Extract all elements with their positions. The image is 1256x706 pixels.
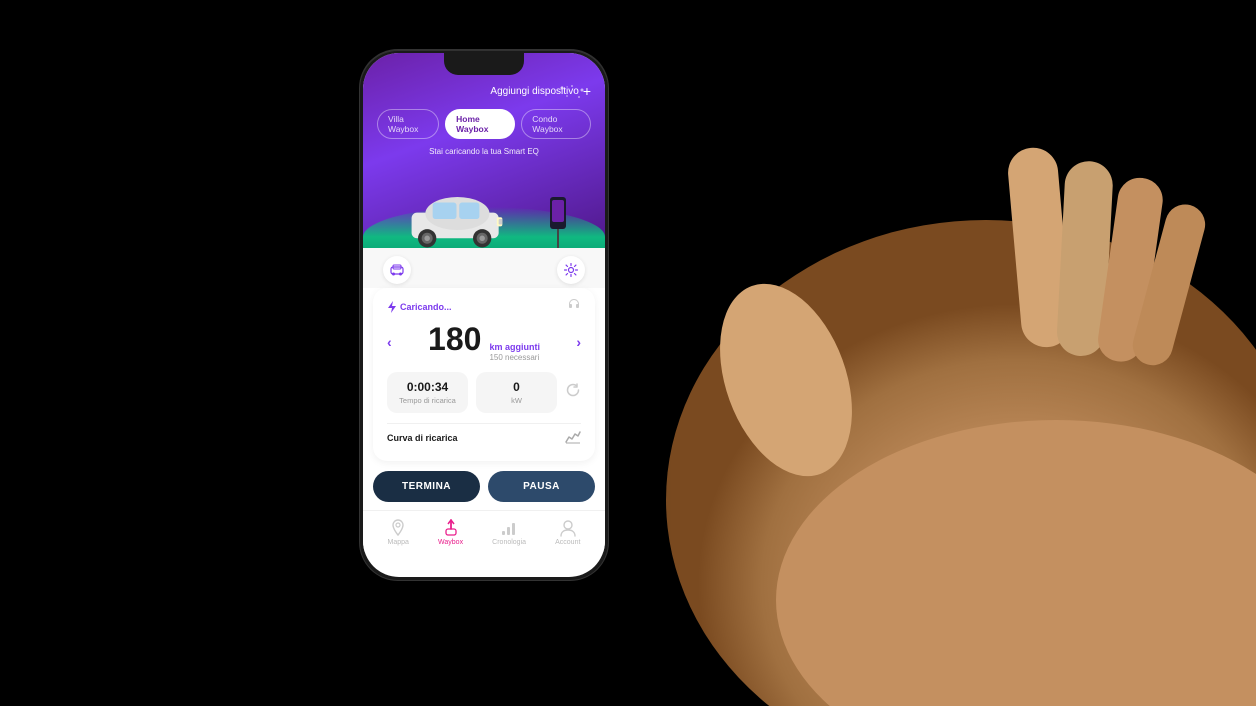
charging-status: Caricando... xyxy=(387,301,452,313)
nav-mappa-label: Mappa xyxy=(388,539,409,546)
tab-villa[interactable]: Villa Waybox xyxy=(377,109,439,139)
nav-mappa[interactable]: Mappa xyxy=(388,519,409,546)
car-image xyxy=(407,187,517,248)
stats-row: 0:00:34 Tempo di ricarica 0 kW xyxy=(387,372,581,413)
km-label-group: km aggiunti 150 necessari xyxy=(489,342,540,362)
km-label: km aggiunti xyxy=(489,342,540,353)
kw-value: 0 xyxy=(486,380,547,394)
nav-waybox[interactable]: Waybox xyxy=(438,519,463,546)
time-value: 0:00:34 xyxy=(397,380,458,394)
refresh-icon[interactable] xyxy=(565,382,581,403)
chart-icon[interactable] xyxy=(565,430,581,447)
cronologia-icon xyxy=(500,519,518,537)
top-section: Aggiungi dispositivo + Villa Waybox Home… xyxy=(363,53,605,248)
nav-account-label: Account xyxy=(555,539,580,546)
account-icon xyxy=(559,519,577,537)
phone-shell: Aggiungi dispositivo + Villa Waybox Home… xyxy=(360,50,608,580)
km-sub: 150 necessari xyxy=(489,353,540,362)
charging-subtitle: Stai caricando la tua Smart EQ xyxy=(377,147,591,156)
mappa-icon xyxy=(389,519,407,537)
charger-device xyxy=(547,197,569,248)
main-content: Caricando... ‹ 180 xyxy=(373,288,595,461)
lightning-icon xyxy=(387,301,397,313)
kw-label: kW xyxy=(486,396,547,405)
termina-button[interactable]: TERMINA xyxy=(373,471,480,502)
km-display: 180 km aggiunti 150 necessari xyxy=(428,323,540,362)
nav-account[interactable]: Account xyxy=(555,519,580,546)
nav-cronologia-label: Cronologia xyxy=(492,539,526,546)
time-stat: 0:00:34 Tempo di ricarica xyxy=(387,372,468,413)
prev-chevron[interactable]: ‹ xyxy=(387,334,392,350)
tab-home[interactable]: Home Waybox xyxy=(445,109,515,139)
tab-condo[interactable]: Condo Waybox xyxy=(521,109,591,139)
waybox-tabs: Villa Waybox Home Waybox Condo Waybox xyxy=(377,109,591,139)
phone-notch xyxy=(444,53,524,75)
km-value: 180 xyxy=(428,323,481,355)
charging-status-row: Caricando... xyxy=(387,298,581,315)
nav-cronologia[interactable]: Cronologia xyxy=(492,519,526,546)
bottom-nav: Mappa Waybox xyxy=(363,510,605,552)
waybox-icon xyxy=(442,519,460,537)
km-row: ‹ 180 km aggiunti 150 necessari › xyxy=(387,323,581,362)
time-label: Tempo di ricarica xyxy=(397,396,458,405)
icon-bar xyxy=(363,248,605,288)
car-status-icon[interactable] xyxy=(383,256,411,284)
car-scene xyxy=(377,162,591,248)
curve-row[interactable]: Curva di ricarica xyxy=(387,423,581,451)
nav-waybox-label: Waybox xyxy=(438,539,463,546)
kw-stat: 0 kW xyxy=(476,372,557,413)
pausa-button[interactable]: PAUSA xyxy=(488,471,595,502)
settings-icon[interactable] xyxy=(557,256,585,284)
next-chevron[interactable]: › xyxy=(576,334,581,350)
headset-icon[interactable] xyxy=(567,298,581,315)
phone-device: Aggiungi dispositivo + Villa Waybox Home… xyxy=(360,50,608,580)
curve-label: Curva di ricarica xyxy=(387,433,458,443)
phone-screen: Aggiungi dispositivo + Villa Waybox Home… xyxy=(363,53,605,577)
action-buttons: TERMINA PAUSA xyxy=(373,471,595,502)
